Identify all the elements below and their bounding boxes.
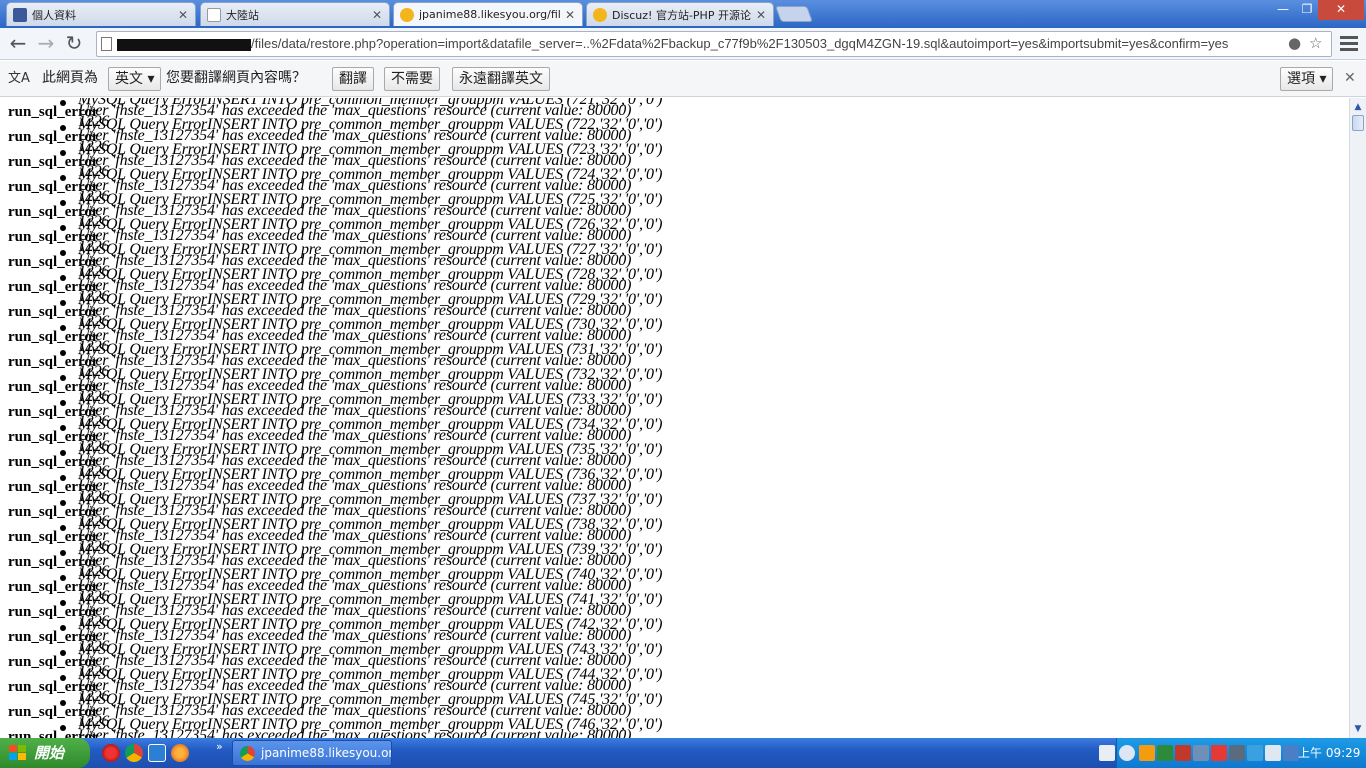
list-bullet <box>60 725 66 731</box>
close-icon[interactable]: ✕ <box>1344 67 1356 91</box>
no-thanks-button[interactable]: 不需要 <box>384 67 440 91</box>
record-icon[interactable] <box>102 744 120 762</box>
keyboard-icon[interactable] <box>1099 745 1115 761</box>
chevron-left-icon[interactable] <box>1119 745 1135 761</box>
taskbar: 開始 » jpanime88.likesyou.or... 上午 09:29 <box>0 738 1366 768</box>
list-bullet <box>60 400 66 406</box>
list-bullet <box>60 175 66 181</box>
close-icon[interactable]: ✕ <box>371 8 383 22</box>
volume-icon[interactable] <box>1283 745 1299 761</box>
taskbar-item-label: jpanime88.likesyou.or... <box>261 746 392 760</box>
new-tab-button[interactable] <box>775 6 813 22</box>
browser-toolbar: ← → ↻ /files/data/restore.php?operation=… <box>0 28 1366 60</box>
list-bullet <box>60 550 66 556</box>
back-arrow-icon[interactable]: ← <box>6 32 30 56</box>
list-bullet <box>60 575 66 581</box>
list-bullet <box>60 250 66 256</box>
clock: 上午 09:29 <box>1298 746 1361 760</box>
scroll-up-icon[interactable]: ▲ <box>1350 99 1366 115</box>
list-bullet <box>60 450 66 456</box>
list-bullet <box>60 150 66 156</box>
list-bullet <box>60 700 66 706</box>
list-bullet <box>60 500 66 506</box>
chrome-icon <box>240 746 255 761</box>
menu-icon[interactable] <box>1338 33 1360 55</box>
tab-profile[interactable]: 個人資料 ✕ <box>6 2 196 26</box>
k-icon[interactable] <box>1211 745 1227 761</box>
list-bullet <box>60 525 66 531</box>
error-message: User 'fhste_13127354' has exceeded the '… <box>78 727 632 738</box>
options-button[interactable]: 選項 ▾ <box>1280 67 1334 91</box>
firefox-icon[interactable] <box>171 744 189 762</box>
tab-discuz[interactable]: Discuz! 官方站-PHP 开源论 ✕ <box>586 2 774 26</box>
taskbar-item-chrome[interactable]: jpanime88.likesyou.or... <box>232 740 392 766</box>
list-bullet <box>60 600 66 606</box>
scroll-down-icon[interactable]: ▼ <box>1350 721 1366 737</box>
tab-title: 大陸站 <box>226 8 259 22</box>
tab-title: Discuz! 官方站-PHP 开源论 <box>612 8 751 22</box>
list-bullet <box>60 475 66 481</box>
page-content: 1226 run_sql_error MySQL Query ErrorINSERT… <box>0 98 1349 738</box>
list-bullet <box>60 625 66 631</box>
tab-title: 個人資料 <box>32 8 76 22</box>
list-bullet <box>60 275 66 281</box>
list-bullet <box>60 225 66 231</box>
ies-icon[interactable] <box>1157 745 1173 761</box>
monitor-icon[interactable] <box>1193 745 1209 761</box>
tab-china-site[interactable]: 大陸站 ✕ <box>200 2 390 26</box>
desktop-icon[interactable] <box>148 744 166 762</box>
url-text: /files/data/restore.php?operation=import… <box>251 36 1229 51</box>
list-bullet <box>60 100 66 106</box>
start-label: 開始 <box>34 744 65 762</box>
start-button[interactable]: 開始 <box>0 738 90 768</box>
messenger-icon[interactable] <box>1247 745 1263 761</box>
list-bullet <box>60 375 66 381</box>
chrome-icon[interactable] <box>125 744 143 762</box>
translate-question: 您要翻譯網頁內容嗎？ <box>166 70 306 86</box>
forward-arrow-icon[interactable]: → <box>34 32 58 56</box>
reload-icon[interactable]: ↻ <box>62 32 86 56</box>
scroll-thumb[interactable] <box>1352 115 1364 131</box>
list-bullet <box>60 125 66 131</box>
list-bullet <box>60 425 66 431</box>
translate-prefix: 此網頁為 <box>42 70 98 86</box>
list-bullet <box>60 350 66 356</box>
redacted-domain <box>117 38 251 51</box>
close-icon[interactable]: ✕ <box>564 8 576 22</box>
discuz-icon <box>400 7 414 22</box>
tab-title: jpanime88.likesyou.org/files/ <box>419 8 560 21</box>
language-select[interactable]: 英文 ▾ <box>108 67 162 91</box>
list-bullet <box>60 200 66 206</box>
list-bullet <box>60 325 66 331</box>
vertical-scrollbar[interactable]: ▲ ▼ <box>1349 98 1366 738</box>
lightbulb-icon[interactable]: ● <box>1288 34 1301 52</box>
network-icon[interactable] <box>1229 745 1245 761</box>
translate-bar: 文A 此網頁為 英文 ▾ 您要翻譯網頁內容嗎？ 翻譯 不需要 永遠翻譯英文 選項… <box>0 61 1366 97</box>
title-bar: 個人資料 ✕ 大陸站 ✕ jpanime88.likesyou.org/file… <box>0 0 1366 28</box>
always-translate-button[interactable]: 永遠翻譯英文 <box>452 67 550 91</box>
discuz-icon <box>593 7 607 22</box>
star-icon[interactable]: ☆ <box>1309 34 1322 52</box>
error-row: 1226run_sql_errorMySQL Query ErrorINSERT… <box>0 716 1349 738</box>
close-icon[interactable]: ✕ <box>755 8 767 22</box>
facebook-icon <box>13 7 27 22</box>
app-icon[interactable] <box>1175 745 1191 761</box>
list-bullet <box>60 650 66 656</box>
page-icon <box>207 7 221 22</box>
chevron-icon[interactable]: » <box>216 740 223 753</box>
translate-button[interactable]: 翻譯 <box>332 67 374 91</box>
page-icon <box>101 37 112 51</box>
speech-icon[interactable] <box>1265 745 1281 761</box>
options-label: 選項 <box>1287 71 1315 87</box>
address-bar[interactable]: /files/data/restore.php?operation=import… <box>96 31 1332 57</box>
close-window-button[interactable]: ✕ <box>1318 0 1364 20</box>
app-icon[interactable] <box>1139 745 1155 761</box>
list-bullet <box>60 300 66 306</box>
translate-icon: 文A <box>8 71 30 86</box>
list-bullet <box>60 675 66 681</box>
close-icon[interactable]: ✕ <box>177 8 189 22</box>
language-label: 英文 <box>115 71 143 87</box>
windows-flag-icon <box>9 745 26 760</box>
tab-jpanime[interactable]: jpanime88.likesyou.org/files/ ✕ <box>393 2 583 26</box>
